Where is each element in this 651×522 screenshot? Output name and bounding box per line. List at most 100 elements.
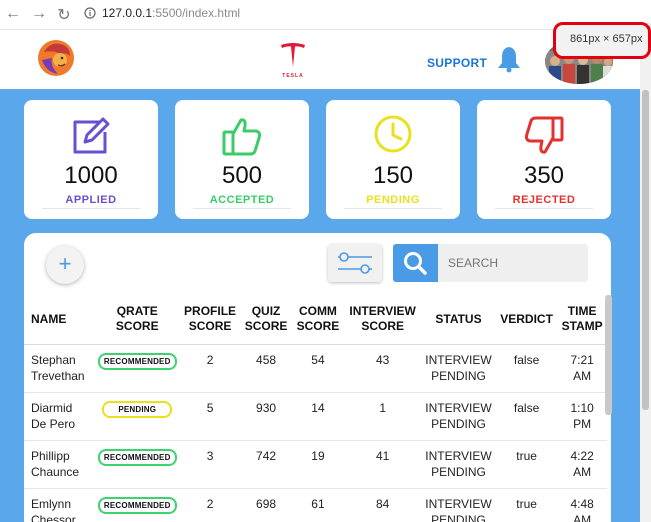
status-line: PENDING <box>431 464 486 479</box>
table-row[interactable]: Phillipp Chaunce RECOMMENDED 3 742 19 41 INTERV… <box>24 440 607 489</box>
header-text: PROFILE <box>184 304 237 319</box>
card-divider <box>344 208 442 209</box>
cell-name: Phillipp Chaunce <box>24 440 95 489</box>
candidates-panel: + NAME <box>24 233 611 522</box>
cell-interview-score: 1 <box>344 392 422 441</box>
header-interview-score[interactable]: INTERVIEW SCORE <box>344 295 422 345</box>
time-value: 4:48 <box>570 496 594 511</box>
address-bar[interactable]: 127.0.0.1:5500/index.html <box>84 6 240 20</box>
status-line: INTERVIEW <box>425 352 492 367</box>
card-applied-label: APPLIED <box>65 194 117 206</box>
reload-icon[interactable]: ↻ <box>55 5 73 25</box>
table-row[interactable]: Diarmid De Pero PENDING 5 930 14 1 INTERVIEW PEN… <box>24 392 607 441</box>
card-applied[interactable]: 1000 APPLIED <box>24 100 158 219</box>
header-text: STAMP <box>561 319 603 334</box>
status-line: PENDING <box>431 368 486 383</box>
cell-qrate-score: RECOMMENDED <box>94 488 180 522</box>
cell-profile-score: 5 <box>179 392 241 441</box>
name-last: Trevethan <box>31 368 85 383</box>
card-applied-value: 1000 <box>64 162 118 189</box>
search-button[interactable] <box>393 244 438 282</box>
header-qrate-score[interactable]: QRATE SCORE <box>94 295 180 345</box>
header-quiz-score[interactable]: QUIZ SCORE <box>240 295 292 345</box>
table-scrollbar[interactable] <box>605 295 612 415</box>
cell-verdict: false <box>495 392 558 441</box>
time-period: PM <box>573 416 592 431</box>
top-navbar: TESLA SUPPORT <box>0 30 640 89</box>
lion-logo-icon[interactable] <box>36 38 76 78</box>
cell-qrate-score: RECOMMENDED <box>94 440 180 489</box>
status-line: PENDING <box>431 512 486 522</box>
cell-time-stamp: 1:10 PM <box>557 392 607 441</box>
cell-quiz-score: 458 <box>240 344 292 393</box>
cell-interview-score: 43 <box>344 344 422 393</box>
red-highlight-outline <box>553 22 651 59</box>
tesla-logo[interactable]: TESLA <box>278 42 308 79</box>
card-rejected[interactable]: 350 REJECTED <box>477 100 611 219</box>
search-icon <box>404 252 427 275</box>
cell-quiz-score: 698 <box>240 488 292 522</box>
header-verdict[interactable]: VERDICT <box>495 295 558 345</box>
card-pending-label: PENDING <box>366 194 420 206</box>
cell-name: Emlynn Chessor <box>24 488 95 522</box>
header-name[interactable]: NAME <box>24 295 95 345</box>
card-accepted-value: 500 <box>221 162 263 189</box>
cell-interview-score: 84 <box>344 488 422 522</box>
forward-icon[interactable]: → <box>30 5 48 23</box>
cell-profile-score: 2 <box>179 488 241 522</box>
tesla-t-icon <box>281 43 305 67</box>
cell-quiz-score: 742 <box>240 440 292 489</box>
header-text: COMM <box>298 304 337 319</box>
cell-time-stamp: 7:21 AM <box>557 344 607 393</box>
cell-status: INTERVIEW PENDING <box>421 488 496 522</box>
header-text: SCORE <box>244 319 288 334</box>
cell-time-stamp: 4:22 AM <box>557 440 607 489</box>
table-row[interactable]: Stephan Trevethan RECOMMENDED 2 458 54 43 INTER… <box>24 344 607 393</box>
bell-icon[interactable] <box>496 45 522 73</box>
dashboard-page: TESLA SUPPORT 1000 APPLIED 500 ACCEPTED … <box>0 30 640 522</box>
card-pending-value: 150 <box>372 162 414 189</box>
cell-interview-score: 41 <box>344 440 422 489</box>
page-scrollbar[interactable] <box>640 30 651 522</box>
status-line: INTERVIEW <box>425 496 492 511</box>
add-candidate-button[interactable]: + <box>46 246 84 284</box>
cell-time-stamp: 4:48 AM <box>557 488 607 522</box>
header-text: SCORE <box>296 319 340 334</box>
cell-comm-score: 54 <box>291 344 345 393</box>
name-first: Emlynn <box>31 496 72 511</box>
header-text: SCORE <box>188 319 232 334</box>
card-accepted[interactable]: 500 ACCEPTED <box>175 100 309 219</box>
clock-icon <box>374 115 412 153</box>
search-input[interactable] <box>438 244 588 282</box>
cell-verdict: false <box>495 344 558 393</box>
url-host: 127.0.0.1 <box>102 6 153 20</box>
cell-name: Diarmid De Pero <box>24 392 95 441</box>
cell-qrate-score: RECOMMENDED <box>94 344 180 393</box>
qrate-badge: RECOMMENDED <box>97 448 177 466</box>
card-accepted-label: ACCEPTED <box>209 194 275 206</box>
cell-qrate-score: PENDING <box>94 392 180 441</box>
support-link[interactable]: SUPPORT <box>427 56 487 70</box>
table-row[interactable]: Emlynn Chessor RECOMMENDED 2 698 61 84 INTERVIE… <box>24 488 607 522</box>
header-status[interactable]: STATUS <box>421 295 496 345</box>
edit-icon <box>73 117 110 154</box>
back-icon[interactable]: ← <box>4 5 22 23</box>
card-divider <box>495 208 593 209</box>
page-scrollbar-thumb[interactable] <box>642 90 649 410</box>
time-value: 4:22 <box>570 448 594 463</box>
card-divider <box>193 208 291 209</box>
status-line: INTERVIEW <box>425 400 492 415</box>
header-time-stamp[interactable]: TIME STAMP <box>557 295 607 345</box>
name-last: Chaunce <box>31 464 80 479</box>
card-rejected-value: 350 <box>523 162 565 189</box>
info-icon <box>84 7 96 19</box>
card-rejected-label: REJECTED <box>512 194 576 206</box>
time-value: 7:21 <box>570 352 594 367</box>
header-profile-score[interactable]: PROFILE SCORE <box>179 295 241 345</box>
filter-button[interactable] <box>328 244 382 282</box>
header-comm-score[interactable]: COMM SCORE <box>291 295 345 345</box>
qrate-badge: RECOMMENDED <box>97 352 177 370</box>
name-first: Diarmid <box>31 400 73 415</box>
card-pending[interactable]: 150 PENDING <box>326 100 460 219</box>
time-period: AM <box>573 368 592 383</box>
